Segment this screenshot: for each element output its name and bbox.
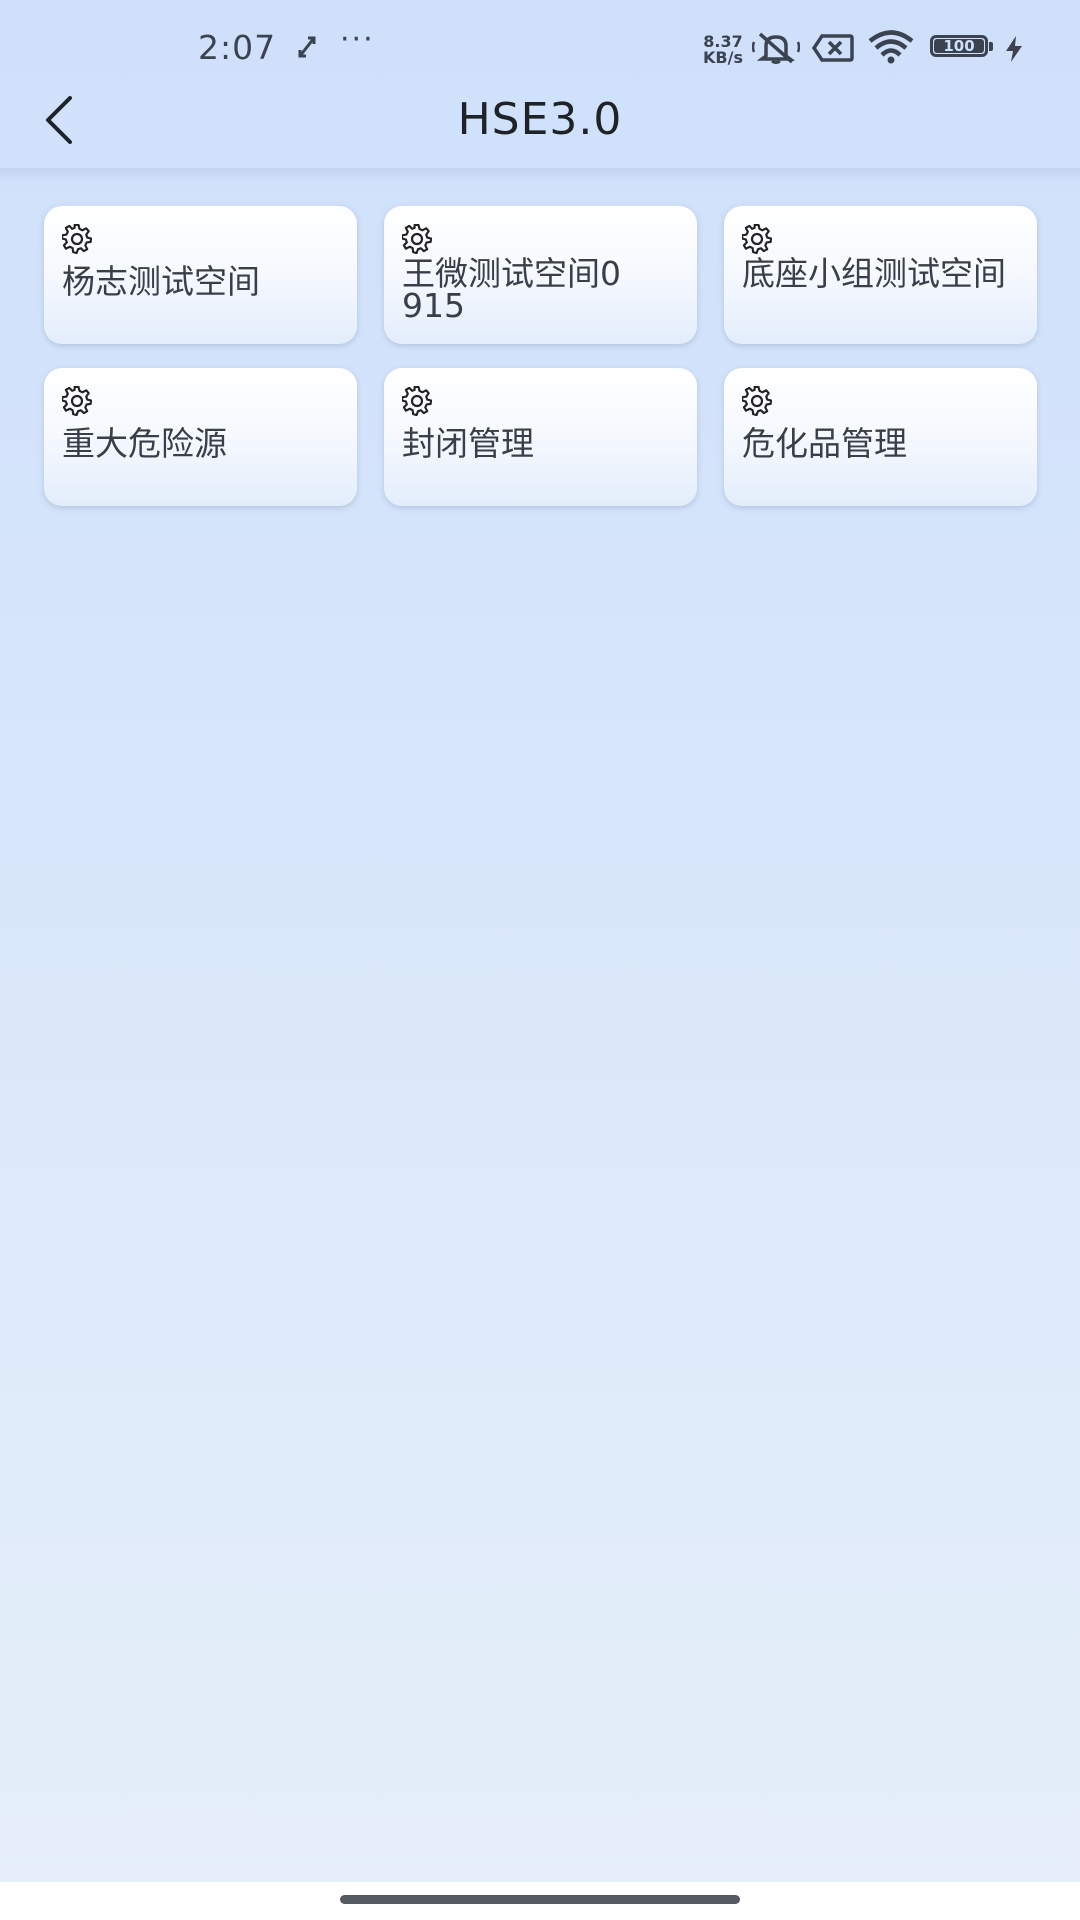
wifi-icon <box>868 30 914 64</box>
space-card[interactable]: 王微测试空间0915 <box>384 206 697 344</box>
status-bar: 2:07 ··· 8.37 KB/s 100 <box>0 0 1080 96</box>
gear-icon <box>402 386 432 416</box>
space-card[interactable]: 重大危险源 <box>44 368 357 506</box>
space-card-label: 底座小组测试空间 <box>742 254 1006 293</box>
sim-off-icon <box>812 34 854 62</box>
space-card[interactable]: 底座小组测试空间 <box>724 206 1037 344</box>
gear-icon <box>742 386 772 416</box>
battery-level: 100 <box>943 37 975 55</box>
space-card-label: 杨志测试空间 <box>62 262 260 301</box>
gear-icon <box>62 386 92 416</box>
network-speed-unit: KB/s <box>703 48 743 67</box>
space-grid: 杨志测试空间 王微测试空间0915 底座小组测试空间 重大危险源 封闭管理 危化… <box>44 206 1037 506</box>
more-icon: ··· <box>340 22 375 57</box>
mute-icon <box>752 32 800 64</box>
space-card-label: 危化品管理 <box>742 424 907 463</box>
gear-icon <box>62 224 92 254</box>
status-time: 2:07 <box>198 28 277 67</box>
rotate-icon <box>298 36 316 58</box>
header-divider <box>0 168 1080 182</box>
page-title: HSE3.0 <box>457 94 623 145</box>
space-card-label: 封闭管理 <box>402 424 534 463</box>
space-card[interactable]: 危化品管理 <box>724 368 1037 506</box>
gear-icon <box>402 224 432 254</box>
battery-icon: 100 <box>930 35 994 61</box>
space-card-label: 重大危险源 <box>62 424 227 463</box>
charging-icon <box>1006 36 1022 62</box>
space-card-label: 王微测试空间0915 <box>402 254 621 325</box>
space-card[interactable]: 封闭管理 <box>384 368 697 506</box>
space-card[interactable]: 杨志测试空间 <box>44 206 357 344</box>
gear-icon <box>742 224 772 254</box>
network-speed: 8.37 KB/s <box>700 34 746 66</box>
home-indicator[interactable] <box>340 1895 740 1904</box>
